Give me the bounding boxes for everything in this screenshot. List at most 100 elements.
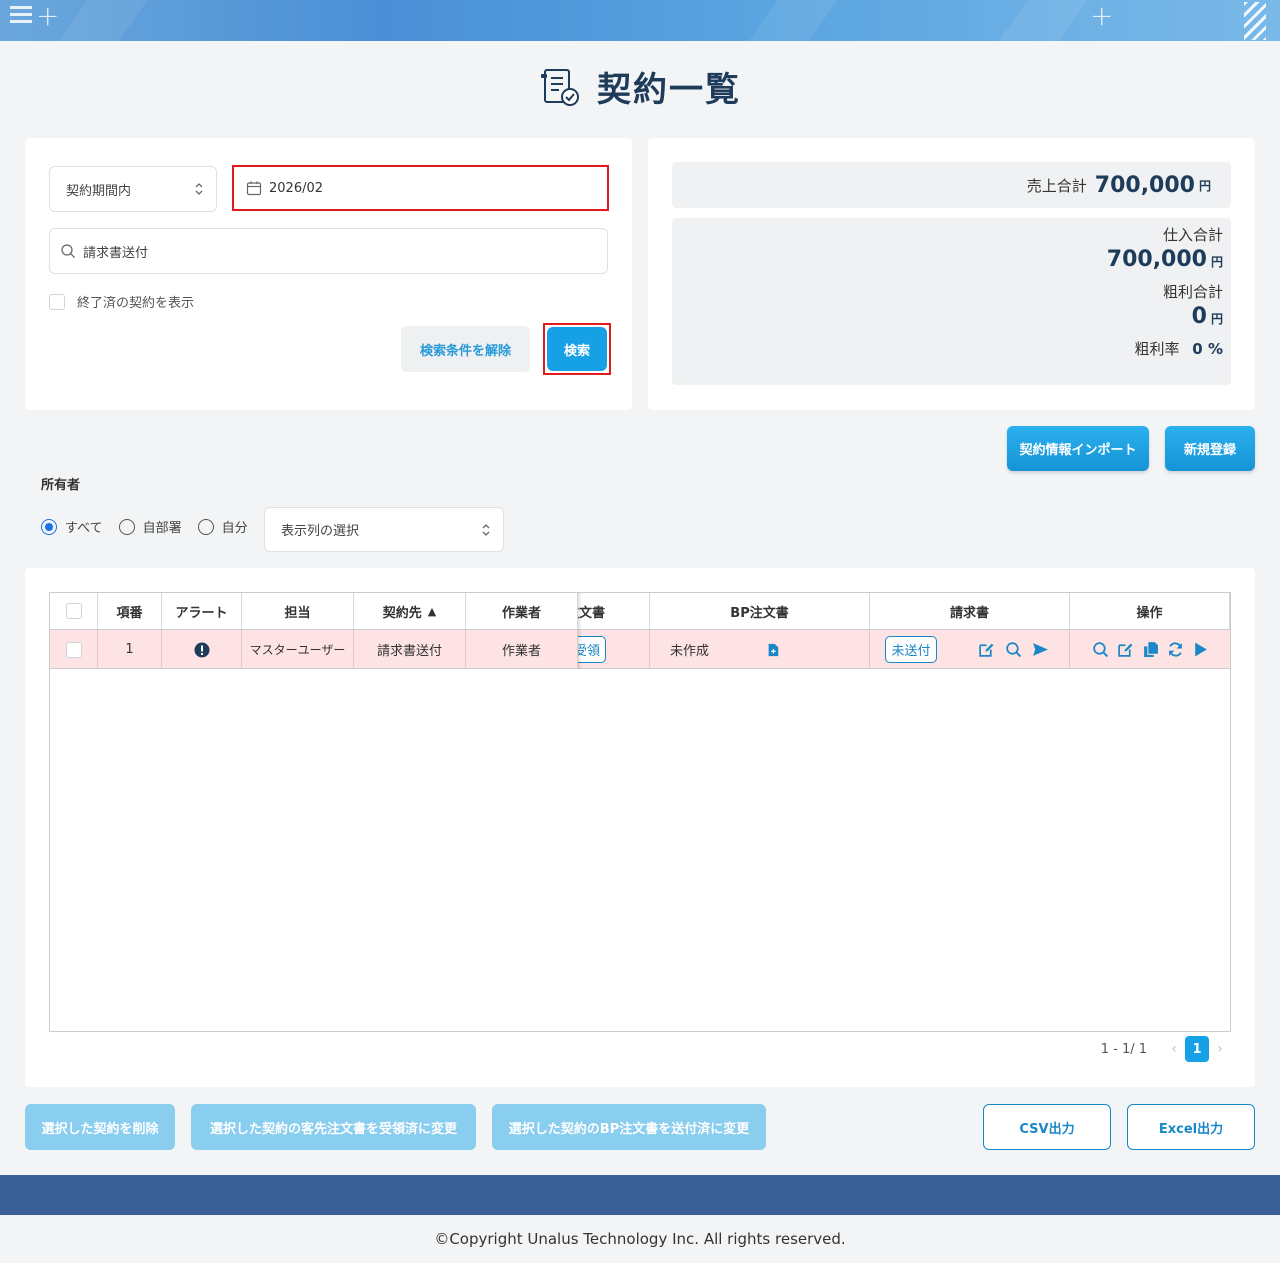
header-no[interactable]: 項番 [98,593,162,630]
profit-total-row: 0円 [672,306,1223,328]
updown-chevron-icon [482,523,490,536]
profit-total-value: 0 [1191,304,1207,329]
pagination: 1 - 1/ 1 ‹ 1 › [1101,1036,1231,1062]
search-button[interactable]: 検索 [547,327,607,371]
radio-self-label: 自分 [221,521,248,536]
row-invoice-cell: 未送付 [870,630,1070,669]
play-icon[interactable] [1192,641,1209,658]
header-order-label: 注文書 [578,605,606,621]
radio-self-indicator[interactable] [197,518,214,535]
banner-plus-icon: + [1090,0,1114,32]
prev-page-button[interactable]: ‹ [1163,1037,1185,1061]
column-select[interactable]: 表示列の選択 [264,507,504,552]
contract-document-icon [541,68,579,106]
edit-icon[interactable] [978,641,995,658]
show-finished-checkbox[interactable] [49,293,65,310]
page-title-text: 契約一覧 [597,70,741,110]
search-icon [61,244,75,258]
radio-department-label: 自部署 [142,521,182,536]
profit-rate-value: 0 % [1192,340,1223,358]
edit-icon[interactable] [1117,641,1134,658]
invoice-status-badge[interactable]: 未送付 [885,636,937,663]
profit-total-label: 粗利合計 [1162,283,1223,301]
sticky-column-shadow [578,593,582,669]
sort-asc-icon[interactable]: ▲ [428,605,436,618]
show-finished-label: 終了済の契約を表示 [77,296,195,311]
order-status-badge[interactable]: 受領 [578,636,607,663]
header-sagyousha[interactable]: 作業者 [466,593,578,630]
yen-unit: 円 [1198,178,1211,193]
column-select-value: 表示列の選択 [281,524,360,539]
contracts-table-panel: 項番 アラート 担当 契約先 ▲ 作業者 注文書 BP注文書 請求書 操作 1 … [25,568,1255,1087]
banner-plus-icon: + [36,0,60,32]
select-all-checkbox[interactable] [65,603,82,619]
create-document-icon[interactable] [766,643,780,657]
owner-radio-self[interactable]: 自分 [197,517,248,536]
profit-rate-label: 粗利率 [1134,340,1180,358]
month-input[interactable]: 2026/02 [232,165,609,211]
delete-selected-button[interactable]: 選択した契約を削除 [25,1104,175,1150]
header-select-all [50,593,98,630]
banner-stripe [728,0,852,41]
owner-radio-all[interactable]: すべて [41,517,103,536]
purchase-total-value: 700,000 [1106,247,1207,272]
keyword-search-input[interactable]: 請求書送付 [49,228,608,274]
header-order[interactable]: 注文書 [578,593,650,630]
bp-order-status: 未作成 [670,644,710,659]
header-keiyakusaki-label: 契約先 [382,605,422,621]
refresh-icon[interactable] [1167,641,1184,658]
pagination-range: 1 - 1/ 1 [1100,1041,1147,1057]
mark-client-order-received-button[interactable]: 選択した契約の客先注文書を受領済に変更 [191,1104,476,1150]
keyword-search-value: 請求書送付 [83,245,149,261]
row-checkbox[interactable] [65,641,82,658]
owner-radio-department[interactable]: 自部署 [118,517,182,536]
menu-icon[interactable] [10,6,32,34]
page-1-button[interactable]: 1 [1185,1036,1209,1062]
alert-exclamation-icon[interactable] [194,642,210,658]
updown-chevron-icon [195,183,203,195]
header-invoice[interactable]: 請求書 [870,593,1070,630]
radio-department-indicator[interactable] [118,518,135,535]
search-panel: 契約期間内 2026/02 請求書送付 終了済の契約を表示 検索条件を解除 検索 [25,138,632,410]
owner-radio-group: すべて 自部署 自分 [41,517,264,536]
purchase-total-label: 仕入合計 [1162,226,1223,244]
row-no: 1 [98,630,162,669]
send-icon[interactable] [1032,641,1049,658]
row-sagyousha: 作業者 [466,630,578,669]
new-contract-button[interactable]: 新規登録 [1165,426,1255,471]
top-banner: + + [0,0,1280,41]
period-select-value: 契約期間内 [66,183,132,199]
sales-total-value: 700,000 [1094,172,1195,198]
copy-icon[interactable] [1142,641,1159,658]
row-keiyakusaki[interactable]: 請求書送付 [354,630,466,669]
calendar-icon [246,181,262,196]
show-finished-option[interactable]: 終了済の契約を表示 [49,292,194,311]
radio-all-label: すべて [65,521,103,536]
view-icon[interactable] [1092,641,1109,658]
search-icon[interactable] [1005,641,1022,658]
row-bp-order-cell: 未作成 [650,630,870,669]
header-bp-order[interactable]: BP注文書 [650,593,870,630]
clear-conditions-button[interactable]: 検索条件を解除 [401,326,530,372]
mark-bp-order-sent-button[interactable]: 選択した契約のBP注文書を送付済に変更 [492,1104,766,1150]
header-alert[interactable]: アラート [162,593,242,630]
excel-export-button[interactable]: Excel出力 [1127,1104,1255,1150]
import-contracts-button[interactable]: 契約情報インポート [1007,426,1149,471]
header-operations[interactable]: 操作 [1070,593,1230,630]
csv-export-button[interactable]: CSV出力 [983,1104,1111,1150]
page-title: 契約一覧 [539,62,741,111]
next-page-button[interactable]: › [1209,1037,1231,1061]
sales-total-box: 売上合計 700,000 円 [672,162,1231,208]
row-operations-cell [1070,630,1230,669]
radio-all-indicator[interactable] [41,518,57,535]
header-keiyakusaki[interactable]: 契約先 ▲ [354,593,466,630]
row-order-cell: 受領 [578,630,650,669]
row-select-cell [50,630,98,669]
header-tantou[interactable]: 担当 [242,593,354,630]
yen-unit: 円 [1210,312,1223,326]
footer-band [0,1175,1280,1215]
period-select[interactable]: 契約期間内 [49,166,217,212]
profit-rate-row: 粗利率 0 % [672,340,1224,358]
purchase-total-row: 700,000 円 [672,249,1223,271]
yen-unit: 円 [1210,255,1223,269]
